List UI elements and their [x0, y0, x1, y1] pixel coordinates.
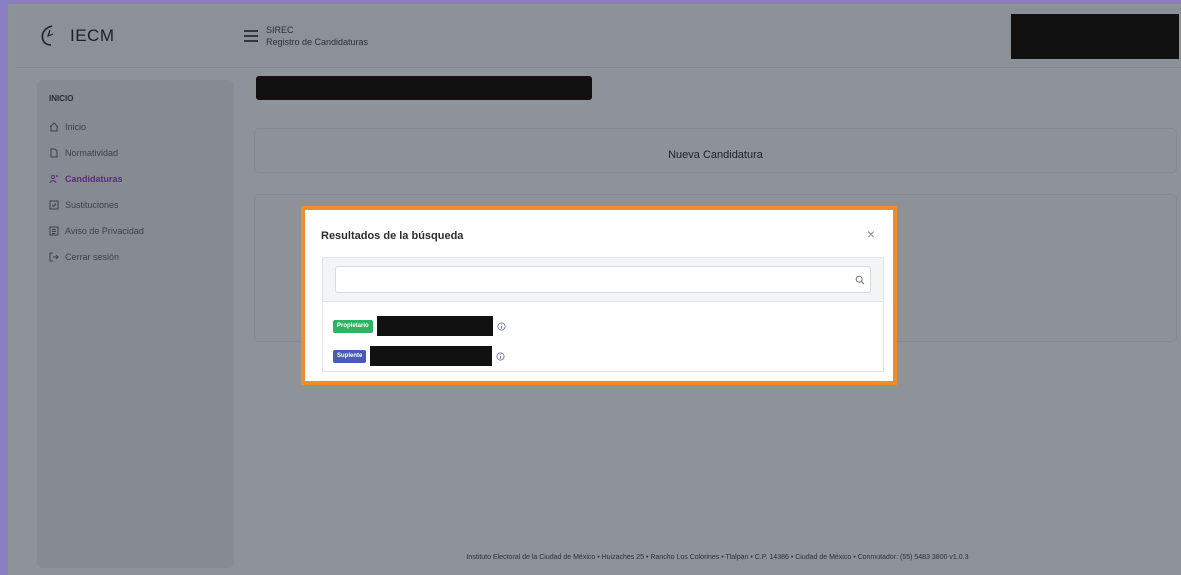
users-icon [49, 174, 58, 184]
check-square-icon [49, 200, 59, 210]
app-subtitle: Registro de Candidaturas [266, 37, 369, 47]
nueva-candidatura-title: Nueva Candidatura [668, 149, 763, 161]
modal-title: Resultados de la búsqueda [321, 230, 464, 242]
suplente-badge: Suplente [333, 349, 367, 363]
sidebar-item-normatividad[interactable]: Normatividad [49, 140, 144, 166]
sidebar-heading: INICIO [49, 94, 74, 103]
home-icon [49, 122, 59, 132]
sidebar-item-label: Sustituciones [65, 200, 119, 210]
logout-icon [49, 252, 59, 262]
sidebar-item-cerrar-sesion[interactable]: Cerrar sesión [49, 244, 144, 270]
page-title-redacted [256, 76, 592, 100]
candidate-name-redacted [376, 316, 493, 336]
close-icon[interactable]: × [867, 226, 875, 242]
sidebar-item-label: Cerrar sesión [65, 252, 120, 262]
results-list: Propietario Suplente [322, 302, 884, 372]
hamburger-menu-icon[interactable] [244, 30, 258, 42]
search-results-modal-highlight: Resultados de la búsqueda × Propietario … [301, 206, 897, 385]
sidebar-item-label: Candidaturas [65, 174, 123, 184]
sidebar-item-candidaturas[interactable]: Candidaturas [49, 166, 144, 192]
sidebar: INICIO Inicio Normatividad Candidaturas … [37, 80, 234, 568]
sidebar-nav: Inicio Normatividad Candidaturas Sustitu… [49, 114, 144, 270]
propietario-badge: Propietario [333, 319, 373, 333]
sidebar-item-sustituciones[interactable]: Sustituciones [49, 192, 144, 218]
info-icon[interactable] [496, 352, 505, 361]
search-container [322, 257, 884, 302]
app-short-name: SIREC [266, 25, 294, 35]
user-menu[interactable] [1011, 14, 1179, 59]
top-bar: IECM SIREC Registro de Candidaturas [16, 8, 1181, 68]
sidebar-item-label: Normatividad [65, 148, 119, 158]
candidate-name-redacted [370, 346, 493, 366]
sidebar-item-inicio[interactable]: Inicio [49, 114, 144, 140]
sidebar-item-aviso-privacidad[interactable]: Aviso de Privacidad [49, 218, 144, 244]
footer-text: Instituto Electoral de la Ciudad de Méxi… [466, 554, 969, 561]
search-input[interactable] [335, 266, 871, 293]
document-list-icon [49, 226, 59, 236]
app-name: SIREC Registro de Candidaturas [266, 24, 368, 48]
logo-text: IECM [70, 26, 115, 45]
search-icon[interactable] [855, 275, 865, 285]
nueva-candidatura-card[interactable]: Nueva Candidatura [254, 128, 1177, 173]
info-icon[interactable] [497, 322, 506, 331]
sidebar-item-label: Aviso de Privacidad [65, 226, 144, 236]
search-results-modal: Resultados de la búsqueda × Propietario … [309, 214, 889, 377]
result-row-propietario[interactable]: Propietario [333, 316, 506, 336]
sidebar-item-label: Inicio [65, 122, 87, 132]
document-icon [50, 148, 58, 158]
iecm-logo-icon [41, 25, 54, 46]
result-row-suplente[interactable]: Suplente [333, 346, 505, 366]
logo[interactable]: IECM [38, 24, 115, 48]
